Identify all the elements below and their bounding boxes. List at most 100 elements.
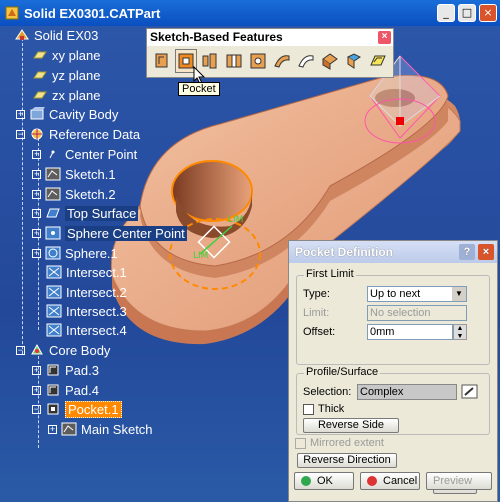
body-icon — [31, 343, 43, 355]
tree-item-pad-3[interactable]: + Pad.3 — [32, 361, 99, 379]
type-value: Up to next — [370, 288, 421, 300]
tree-item-sketch-2[interactable]: + Sketch.2 — [32, 185, 116, 203]
expand-toggle[interactable]: + — [32, 208, 41, 218]
tree-item-reference-data[interactable]: − Reference Data — [16, 125, 140, 143]
toolbar-close-button[interactable]: × — [378, 31, 391, 44]
window-title: Solid EX0301.CATPart — [24, 5, 161, 21]
collapse-toggle[interactable]: − — [16, 129, 25, 139]
window-titlebar: Solid EX0301.CATPart _ □ × — [0, 0, 500, 26]
tree-item-sketch-1[interactable]: + Sketch.1 — [32, 165, 116, 183]
tree-item-center-point[interactable]: + Center Point — [32, 145, 137, 163]
minimize-button[interactable]: _ — [437, 4, 455, 22]
intersect-icon — [46, 304, 62, 318]
pad-icon — [155, 53, 168, 68]
tree-item-intersect-2[interactable]: Intersect.2 — [46, 283, 127, 301]
dialog-close-button[interactable]: × — [478, 244, 494, 260]
pocket-definition-dialog[interactable]: Pocket Definition ? × First Limit Type: … — [288, 240, 498, 502]
preview-button: Preview — [426, 472, 492, 490]
mirrored-extent-label: Mirrored extent — [310, 437, 384, 449]
tree-item-pad-4[interactable]: + Pad.4 — [32, 381, 99, 399]
slot-button[interactable] — [295, 49, 317, 73]
expand-toggle[interactable]: + — [48, 424, 57, 434]
offset-field[interactable]: 0mm — [367, 324, 453, 340]
expand-toggle[interactable]: + — [32, 248, 41, 258]
tree-item-intersect-1[interactable]: Intersect.1 — [46, 263, 127, 281]
ok-icon — [301, 476, 311, 486]
plane-icon — [33, 71, 47, 79]
sketch-icon — [45, 167, 61, 181]
tree-item-xy-plane[interactable]: xy plane — [32, 46, 100, 64]
expand-toggle[interactable]: + — [32, 149, 41, 159]
collapse-toggle[interactable]: − — [16, 345, 25, 355]
cancel-icon — [367, 476, 377, 486]
limit-field: No selection — [367, 305, 467, 321]
tree-item-core-body[interactable]: − Core Body — [16, 341, 110, 359]
sketcher-icon[interactable] — [461, 384, 479, 400]
reverse-direction-button[interactable]: Reverse Direction — [297, 453, 397, 468]
expand-toggle[interactable]: + — [32, 385, 41, 395]
stiffener-button[interactable] — [319, 49, 341, 73]
reverse-side-button[interactable]: Reverse Side — [303, 418, 399, 433]
offset-spinner[interactable]: ▲ ▼ — [453, 324, 467, 340]
hole-button[interactable] — [247, 49, 269, 73]
removed-multi-sections-button[interactable] — [367, 49, 389, 73]
expand-toggle[interactable]: + — [32, 228, 41, 238]
selection-field[interactable]: Complex — [357, 384, 457, 400]
groove-button[interactable] — [223, 49, 245, 73]
pad-icon — [47, 384, 59, 396]
offset-label: Offset: — [303, 326, 336, 338]
thick-label: Thick — [318, 403, 345, 415]
tree-item-intersect-3[interactable]: Intersect.3 — [46, 302, 127, 320]
slot-icon — [298, 55, 314, 68]
tree-item-solid-ex03[interactable]: Solid EX03 — [14, 26, 98, 44]
type-dropdown[interactable]: Up to next ▼ — [367, 286, 467, 302]
plane-icon — [33, 51, 47, 59]
stiffener-icon — [322, 53, 338, 70]
surface-icon — [46, 208, 60, 218]
dialog-title: Pocket Definition — [295, 245, 394, 259]
sketch-based-features-toolbar[interactable]: Sketch-Based Features × — [146, 28, 394, 78]
tree-item-sphere-center-point[interactable]: + Sphere Center Point — [32, 224, 187, 242]
intersect-icon — [46, 323, 62, 337]
sketch-icon — [61, 422, 77, 436]
toolbar-title: Sketch-Based Features — [150, 30, 283, 44]
3d-viewport[interactable]: LIM LIM Solid EX03 xy plane yz plane zx … — [0, 26, 500, 502]
tree-item-main-sketch[interactable]: + Main Sketch — [48, 420, 153, 438]
ok-button[interactable]: OK — [294, 472, 354, 490]
expand-toggle[interactable]: + — [16, 109, 25, 119]
pad-button[interactable] — [151, 49, 173, 73]
plane-icon — [33, 91, 47, 99]
help-button[interactable]: ? — [459, 244, 475, 260]
close-button[interactable]: × — [479, 4, 497, 22]
multi-sections-solid-button[interactable] — [343, 49, 365, 73]
hole-icon — [250, 53, 266, 69]
tree-item-zx-plane[interactable]: zx plane — [32, 86, 100, 104]
cancel-button[interactable]: Cancel — [360, 472, 420, 490]
multi-sections-icon — [347, 53, 362, 69]
rib-button[interactable] — [271, 49, 293, 73]
maximize-button[interactable]: □ — [458, 4, 476, 22]
limit-label: Limit: — [303, 307, 330, 319]
profile-surface-group: Profile/Surface Selection: Complex Thick… — [296, 366, 490, 435]
body-icon — [30, 107, 45, 120]
tree-item-pocket-1[interactable]: − Pocket.1 — [32, 400, 122, 418]
tree-item-cavity-body[interactable]: + Cavity Body — [16, 105, 118, 123]
sketch-icon — [45, 187, 61, 201]
profile-surface-label: Profile/Surface — [304, 366, 381, 378]
tree-item-top-surface[interactable]: + Top Surface — [32, 204, 139, 222]
catia-part-icon — [5, 6, 19, 20]
thick-checkbox[interactable] — [303, 403, 314, 415]
rib-icon — [274, 55, 290, 68]
tree-item-intersect-4[interactable]: Intersect.4 — [46, 321, 127, 339]
expand-toggle[interactable]: + — [32, 169, 41, 179]
pad-icon — [47, 364, 59, 376]
geoset-icon — [31, 128, 43, 140]
groove-icon — [226, 54, 242, 68]
tree-item-sphere-1[interactable]: + Sphere.1 — [32, 244, 118, 262]
chevron-down-icon[interactable]: ▼ — [452, 287, 466, 301]
expand-toggle[interactable]: + — [32, 189, 41, 199]
mirrored-extent-checkbox — [295, 437, 306, 449]
tree-item-yz-plane[interactable]: yz plane — [32, 66, 100, 84]
expand-toggle[interactable]: + — [32, 365, 41, 375]
collapse-toggle[interactable]: − — [32, 404, 41, 414]
